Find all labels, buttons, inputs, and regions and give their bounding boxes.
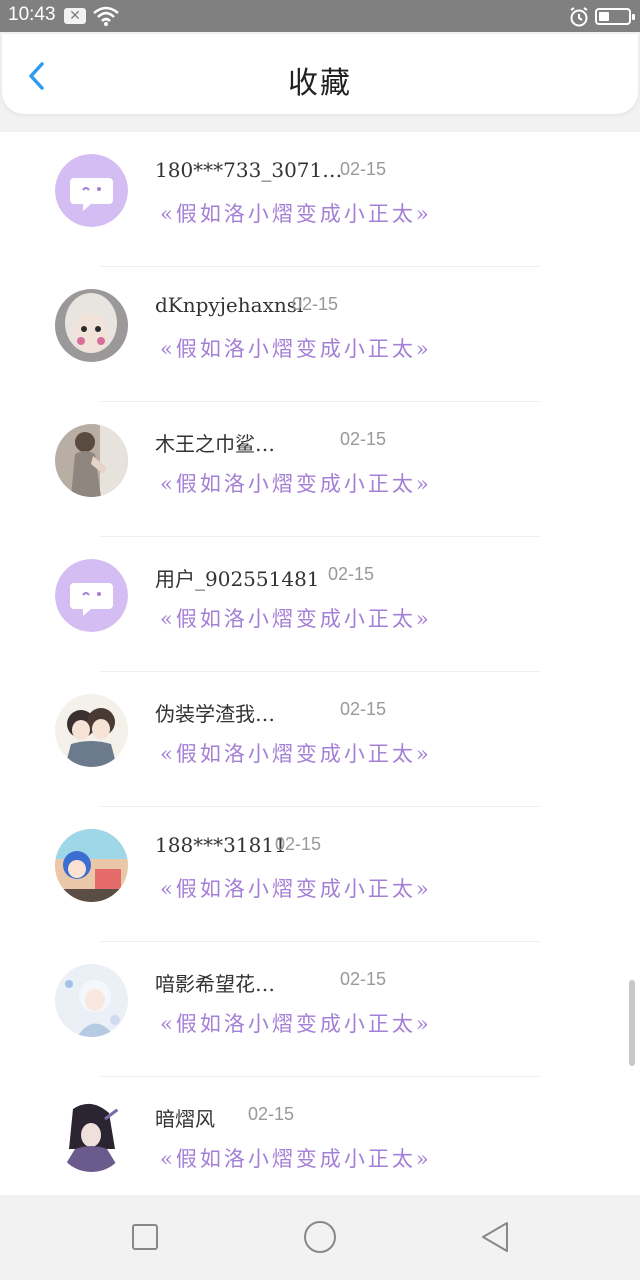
story-title[interactable]: «假如洛小熠变成小正太»: [160, 1143, 432, 1173]
list-item[interactable]: 188***31811 02-15 «假如洛小熠变成小正太»: [0, 807, 640, 942]
header: 收藏: [2, 34, 638, 114]
username: 伪装学渣我…: [155, 702, 275, 726]
list-item[interactable]: 喑影希望花… 02-15 «假如洛小熠变成小正太»: [0, 942, 640, 1077]
scrollbar[interactable]: [629, 980, 635, 1066]
notification-close-icon: ✕: [64, 8, 86, 24]
date: 02-15: [328, 564, 375, 584]
date: 02-15: [292, 294, 339, 314]
recent-apps-icon[interactable]: [127, 1219, 163, 1255]
list-item[interactable]: 用户_902551481 02-15 «假如洛小熠变成小正太»: [0, 537, 640, 672]
username: 188***31811: [155, 833, 287, 857]
alarm-icon: [570, 7, 588, 27]
story-title[interactable]: «假如洛小熠变成小正太»: [160, 738, 432, 768]
list-item[interactable]: 暗熠风 02-15 «假如洛小熠变成小正太»: [0, 1077, 640, 1212]
date: 02-15: [340, 429, 387, 449]
story-title[interactable]: «假如洛小熠变成小正太»: [160, 603, 432, 633]
username: 暗熠风: [155, 1107, 215, 1131]
list-item[interactable]: dKnpyjehaxnsl 02-15 «假如洛小熠变成小正太»: [0, 267, 640, 402]
date: 02-15: [275, 834, 322, 854]
story-title[interactable]: «假如洛小熠变成小正太»: [160, 1008, 432, 1038]
username: dKnpyjehaxnsl: [155, 293, 304, 317]
username: 180***733_3071…: [155, 158, 343, 182]
favorites-list: 180***733_3071… 02-15 «假如洛小熠变成小正太» dKnpy…: [0, 132, 640, 1212]
username: 用户_902551481: [155, 567, 320, 591]
story-title[interactable]: «假如洛小熠变成小正太»: [160, 468, 432, 498]
back-triangle-icon[interactable]: [477, 1219, 513, 1255]
date: 02-15: [340, 699, 387, 719]
doll-photo-avatar[interactable]: [55, 289, 128, 362]
anime-couple-avatar[interactable]: [55, 694, 128, 767]
story-title[interactable]: «假如洛小熠变成小正太»: [160, 198, 432, 228]
battery-icon: [595, 8, 635, 25]
list-item[interactable]: 180***733_3071… 02-15 «假如洛小熠变成小正太»: [0, 132, 640, 267]
speech-bubble-avatar[interactable]: [55, 154, 128, 227]
status-bar: 10:43 ✕: [0, 0, 640, 32]
anime-character-avatar[interactable]: [55, 829, 128, 902]
wifi-icon: [93, 6, 119, 26]
story-title[interactable]: «假如洛小熠变成小正太»: [160, 873, 432, 903]
home-icon[interactable]: [302, 1219, 338, 1255]
page-title: 收藏: [288, 66, 352, 101]
person-photo-avatar[interactable]: [55, 424, 128, 497]
list-item[interactable]: 木王之巾鲨… 02-15 «假如洛小熠变成小正太»: [0, 402, 640, 537]
anime-girl-avatar[interactable]: [55, 964, 128, 1037]
status-time: 10:43: [8, 4, 56, 25]
username: 喑影希望花…: [155, 972, 275, 996]
story-title[interactable]: «假如洛小熠变成小正太»: [160, 333, 432, 363]
date: 02-15: [340, 159, 387, 179]
date: 02-15: [340, 969, 387, 989]
date: 02-15: [248, 1104, 295, 1124]
speech-bubble-avatar[interactable]: [55, 559, 128, 632]
list-item[interactable]: 伪装学渣我… 02-15 «假如洛小熠变成小正太»: [0, 672, 640, 807]
navigation-bar: [0, 1195, 640, 1280]
username: 木王之巾鲨…: [155, 432, 275, 456]
anime-warrior-avatar[interactable]: [55, 1099, 128, 1172]
